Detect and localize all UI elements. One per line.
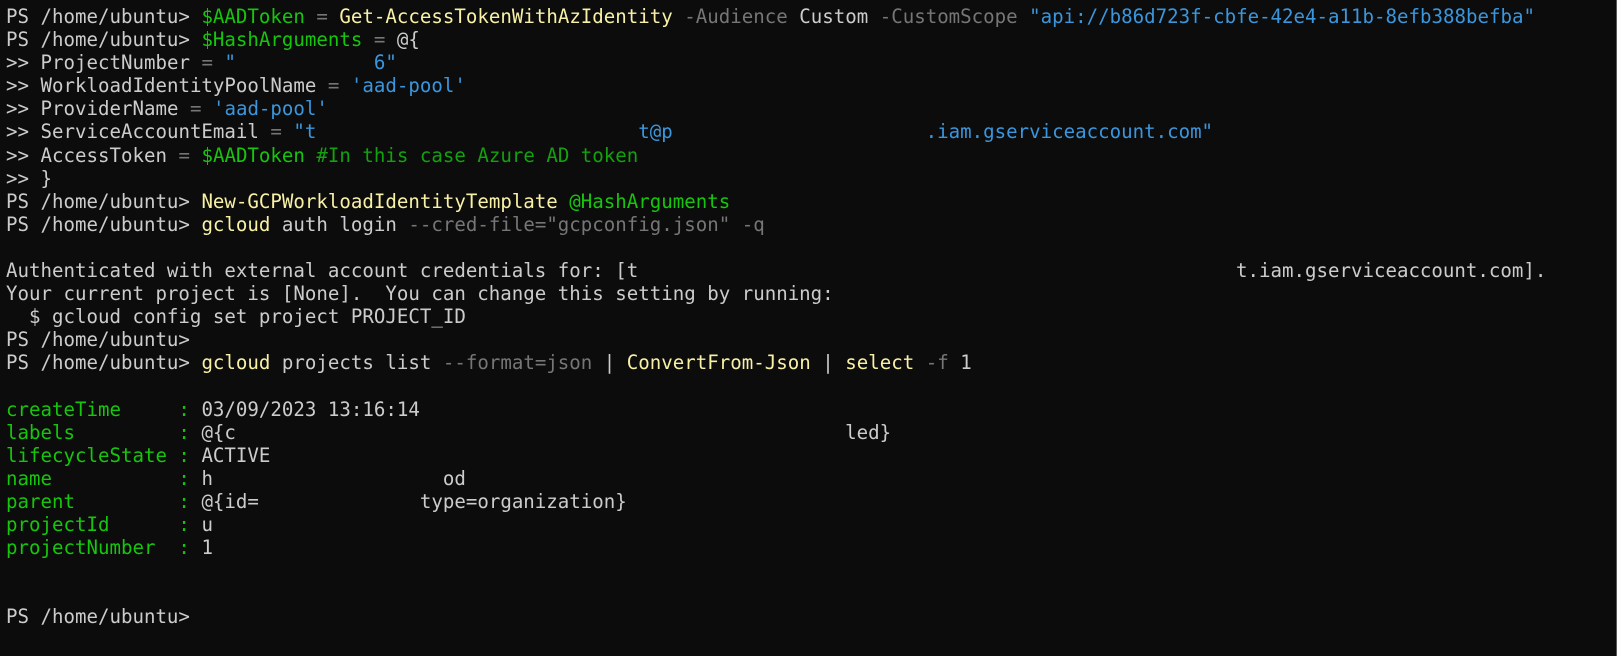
parameter: -CustomScope — [868, 5, 1030, 28]
string: "api://b86d723f-cbfe-42e4-a11b-8efb388be… — [1029, 5, 1535, 28]
property-value: @{c led} — [201, 420, 892, 444]
command-line: PS /home/ubuntu> New-GCPWorkloadIdentity… — [6, 190, 1616, 213]
continuation-line: >> } — [6, 167, 1616, 190]
key: WorkloadIdentityPoolName — [40, 74, 317, 98]
argument: Custom — [799, 5, 869, 28]
property-key: parent : — [6, 489, 202, 513]
argument: auth login — [270, 212, 397, 236]
property-value: ACTIVE — [201, 443, 271, 467]
variable: $HashArguments — [201, 28, 363, 52]
property-row: parent : @{id= type=organization} — [6, 490, 1616, 513]
operator: = — [316, 74, 351, 98]
variable: @HashArguments — [557, 189, 731, 213]
continuation-line: >> WorkloadIdentityPoolName = 'aad-pool' — [6, 74, 1616, 97]
text: } — [40, 166, 53, 190]
property-row: lifecycleState : ACTIVE — [6, 444, 1616, 467]
continuation-prompt: >> — [6, 166, 41, 190]
string: "t t@p .iam.gserviceaccount.com" — [293, 120, 1214, 144]
command-line: PS /home/ubuntu> $AADToken = Get-AccessT… — [6, 5, 1616, 28]
prompt: PS /home/ubuntu> — [6, 212, 202, 236]
continuation-line: >> ProjectNumber = " 6" — [6, 51, 1616, 74]
property-value: u — [201, 513, 213, 537]
cmdlet: ConvertFrom-Json — [626, 351, 811, 375]
string: 'aad-pool' — [212, 97, 328, 121]
prompt: PS /home/ubuntu> — [6, 605, 202, 629]
cmdlet: New-GCPWorkloadIdentityTemplate — [201, 189, 558, 213]
variable: $AADToken — [201, 5, 305, 28]
property-row: labels : @{c led} — [6, 421, 1616, 444]
property-value: 1 — [201, 536, 213, 560]
operator: = — [258, 120, 294, 144]
parameter: --cred-file="gcpconfig.json" -q — [396, 212, 765, 236]
prompt: PS /home/ubuntu> — [6, 28, 202, 52]
prompt: PS /home/ubuntu> — [6, 351, 202, 375]
pipe: | — [592, 351, 627, 375]
property-row: projectId : u — [6, 513, 1616, 536]
parameter: --format=json — [431, 351, 593, 375]
operator: = — [189, 51, 225, 75]
property-row: projectNumber : 1 — [6, 536, 1616, 559]
property-key: lifecycleState : — [6, 443, 202, 467]
continuation-prompt: >> — [6, 51, 41, 75]
operator: = — [362, 28, 397, 52]
continuation-prompt: >> — [6, 143, 41, 167]
continuation-line: >> ServiceAccountEmail = "t t@p .iam.gse… — [6, 120, 1616, 143]
property-key: projectId : — [6, 513, 202, 537]
operator: = — [178, 97, 213, 121]
property-value: h od — [201, 466, 466, 490]
property-key: name : — [6, 466, 202, 490]
property-row: createTime : 03/09/2023 13:16:14 — [6, 398, 1616, 421]
key: ProjectNumber — [40, 51, 190, 75]
pipe: | — [810, 351, 846, 375]
key: AccessToken — [40, 143, 167, 167]
continuation-prompt: >> — [6, 74, 41, 98]
continuation-line: >> ProviderName = 'aad-pool' — [6, 97, 1616, 120]
property-row: name : h od — [6, 467, 1616, 490]
property-key: projectNumber : — [6, 536, 202, 560]
argument: projects list — [270, 351, 432, 375]
cmdlet: gcloud — [201, 212, 271, 236]
operator: = — [166, 143, 202, 167]
operator: = — [304, 5, 340, 28]
command-line: PS /home/ubuntu> gcloud projects list --… — [6, 351, 1616, 374]
property-key: labels : — [6, 420, 202, 444]
command-line: PS /home/ubuntu> $HashArguments = @{ — [6, 28, 1616, 51]
string: " 6" — [224, 51, 397, 75]
cmdlet: Get-AccessTokenWithAzIdentity — [339, 5, 673, 28]
continuation-line: >> AccessToken = $AADToken #In this case… — [6, 144, 1616, 167]
property-value: 03/09/2023 13:16:14 — [201, 397, 420, 421]
prompt: PS /home/ubuntu> — [6, 189, 202, 213]
key: ProviderName — [40, 97, 179, 121]
property-key: createTime : — [6, 397, 202, 421]
output-line: Your current project is [None]. You can … — [6, 282, 834, 306]
comment: #In this case Azure AD token — [304, 143, 639, 167]
command-line: PS /home/ubuntu> gcloud auth login --cre… — [6, 213, 1616, 236]
cmdlet: gcloud — [201, 351, 271, 375]
cmdlet: select — [845, 351, 915, 375]
prompt: PS /home/ubuntu> — [6, 328, 202, 352]
property-value: @{id= type=organization} — [201, 489, 627, 513]
command-line: PS /home/ubuntu> — [6, 328, 1616, 351]
variable: $AADToken — [201, 143, 305, 167]
continuation-prompt: >> — [6, 97, 41, 121]
output-line: $ gcloud config set project PROJECT_ID — [6, 305, 466, 329]
parameter: -f — [914, 351, 949, 375]
command-line[interactable]: PS /home/ubuntu> — [6, 605, 1616, 628]
text: @{ — [396, 28, 420, 52]
argument: 1 — [948, 351, 972, 375]
key: ServiceAccountEmail — [40, 120, 259, 144]
continuation-prompt: >> — [6, 120, 41, 144]
prompt: PS /home/ubuntu> — [6, 5, 202, 28]
string: 'aad-pool' — [350, 74, 466, 98]
output-line: Authenticated with external account cred… — [6, 259, 1547, 283]
parameter: -Audience — [672, 5, 800, 28]
terminal-window[interactable]: PS /home/ubuntu> $AADToken = Get-AccessT… — [0, 0, 1617, 656]
